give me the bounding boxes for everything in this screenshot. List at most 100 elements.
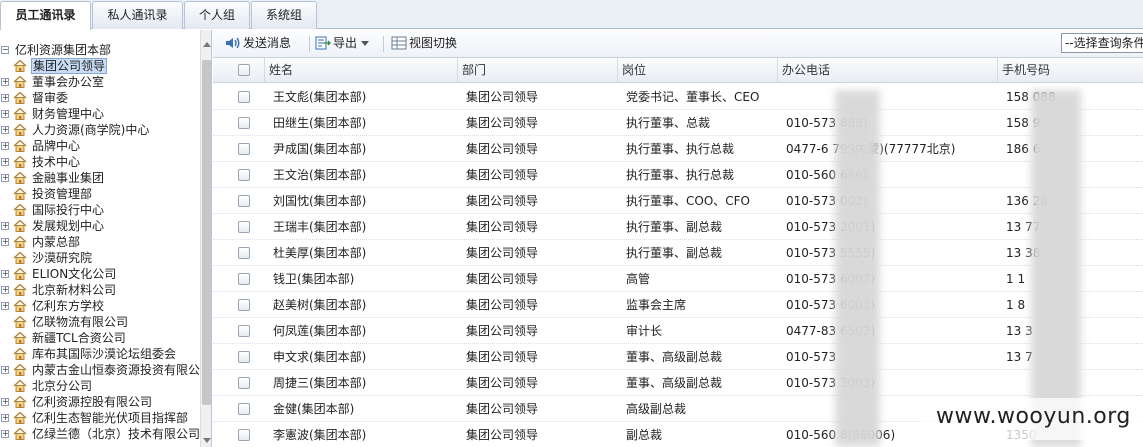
tree-item[interactable]: + 内蒙古金山恒泰资源投资有限公 bbox=[0, 362, 200, 378]
tree-item-label[interactable]: 财务管理中心 bbox=[31, 106, 105, 122]
tree-item[interactable]: + 发展规划中心 bbox=[0, 218, 200, 234]
expand-icon[interactable]: + bbox=[1, 174, 9, 182]
tree-item[interactable]: 集团公司领导 bbox=[0, 58, 200, 74]
row-checkbox[interactable] bbox=[238, 143, 250, 155]
tree-item-label[interactable]: 内蒙古金山恒泰资源投资有限公 bbox=[31, 362, 201, 378]
tab-staff-directory[interactable]: 员工通讯录 bbox=[0, 1, 91, 30]
row-checkbox[interactable] bbox=[238, 221, 250, 233]
tree-item-label[interactable]: 内蒙总部 bbox=[31, 234, 81, 250]
table-row[interactable]: 钱卫(集团本部) 集团公司领导 高管 010-573 6007) 1 1 bbox=[213, 266, 1143, 292]
expand-icon[interactable]: + bbox=[1, 158, 9, 166]
tree-item-label[interactable]: 金融事业集团 bbox=[31, 170, 105, 186]
row-checkbox[interactable] bbox=[238, 195, 250, 207]
tree-item-label[interactable]: 亿利东方学校 bbox=[31, 298, 105, 314]
row-checkbox[interactable] bbox=[238, 325, 250, 337]
expand-icon[interactable]: + bbox=[1, 126, 9, 134]
chevron-down-icon[interactable] bbox=[361, 41, 369, 46]
expand-icon[interactable]: + bbox=[1, 430, 9, 438]
tree-root-label[interactable]: 亿利资源集团本部 bbox=[14, 42, 112, 58]
expand-icon[interactable]: + bbox=[1, 110, 9, 118]
export-button[interactable]: 导出 bbox=[315, 33, 371, 53]
table-row[interactable]: 尹成国(集团本部) 集团公司领导 执行董事、执行总裁 0477-6 799内蒙)(77… bbox=[213, 136, 1143, 162]
expand-icon[interactable]: + bbox=[1, 270, 9, 278]
tree-item-label[interactable]: 北京分公司 bbox=[31, 378, 93, 394]
row-checkbox[interactable] bbox=[238, 91, 250, 103]
table-row[interactable]: 赵美树(集团本部) 集团公司领导 监事会主席 010-573 6001) 1 8 bbox=[213, 292, 1143, 318]
tree-item[interactable]: + 财务管理中心 bbox=[0, 106, 200, 122]
tree-item[interactable]: 北京分公司 bbox=[0, 378, 200, 394]
tree-item[interactable]: + 亿绿兰德（北京）技术有限公司 bbox=[0, 426, 200, 442]
tree-item-label[interactable]: 人力资源(商学院)中心 bbox=[31, 122, 150, 138]
table-row[interactable]: 何凤莲(集团本部) 集团公司领导 审计长 0477-83 6502) 13 3 bbox=[213, 318, 1143, 344]
tree-item-label[interactable]: 投资管理部 bbox=[31, 186, 93, 202]
send-message-button[interactable]: 发送消息 bbox=[225, 33, 309, 53]
expand-icon[interactable]: + bbox=[1, 78, 9, 86]
tree-item[interactable]: + 北京新材料公司 bbox=[0, 282, 200, 298]
tree-item[interactable]: 沙漠研究院 bbox=[0, 250, 200, 266]
row-checkbox[interactable] bbox=[238, 351, 250, 363]
expand-icon[interactable]: + bbox=[1, 366, 9, 374]
table-row[interactable]: 周捷三(集团本部) 集团公司领导 董事、高级副总裁 010-573 3003) bbox=[213, 370, 1143, 396]
tree-item-label[interactable]: 督审委 bbox=[31, 90, 69, 106]
header-name[interactable]: 姓名 bbox=[265, 58, 458, 83]
tree-item-label[interactable]: 库布其国际沙漠论坛组委会 bbox=[31, 346, 177, 362]
row-checkbox[interactable] bbox=[238, 117, 250, 129]
table-row[interactable]: 刘国忱(集团本部) 集团公司领导 执行董事、COO、CFO 010-573 002) 1… bbox=[213, 188, 1143, 214]
expand-icon[interactable]: + bbox=[1, 238, 9, 246]
tree-item-label[interactable]: 董事会办公室 bbox=[31, 74, 105, 90]
table-row[interactable]: 王文彪(集团本部)集团公司领导党委书记、董事长、CEO158 088 bbox=[213, 84, 1143, 110]
scroll-up-icon[interactable] bbox=[203, 42, 211, 47]
tree-item[interactable]: + ELION文化公司 bbox=[0, 266, 200, 282]
row-checkbox[interactable] bbox=[238, 299, 250, 311]
tree-item[interactable]: 库布其国际沙漠论坛组委会 bbox=[0, 346, 200, 362]
tree-item[interactable]: + 人力资源(商学院)中心 bbox=[0, 122, 200, 138]
tree-item-label[interactable]: 新疆TCL合资公司 bbox=[31, 330, 127, 346]
table-row[interactable]: 王文治(集团本部) 集团公司领导 执行董事、执行总裁 010-560 666) bbox=[213, 162, 1143, 188]
expand-icon[interactable]: + bbox=[1, 142, 9, 150]
row-checkbox[interactable] bbox=[238, 429, 250, 441]
row-checkbox[interactable] bbox=[238, 403, 250, 415]
tree-item-label[interactable]: 亿联物流有限公司 bbox=[31, 314, 129, 330]
row-checkbox[interactable] bbox=[238, 377, 250, 389]
row-checkbox[interactable] bbox=[238, 273, 250, 285]
table-row[interactable]: 田继生(集团本部) 集团公司领导 执行董事、总裁 010-573 888) 158 9 bbox=[213, 110, 1143, 136]
tab-personal-group[interactable]: 个人组 bbox=[184, 1, 250, 29]
tree-item-label[interactable]: 技术中心 bbox=[31, 154, 81, 170]
tree-item-label[interactable]: 亿利生态智能光伏项目指挥部 bbox=[31, 410, 189, 426]
scroll-thumb[interactable] bbox=[202, 60, 211, 405]
tree-scrollbar[interactable] bbox=[200, 30, 211, 447]
expand-icon[interactable]: + bbox=[1, 222, 9, 230]
table-row[interactable]: 申文求(集团本部) 集团公司领导 董事、高级副总裁 010-573 13 7 bbox=[213, 344, 1143, 370]
tree-item-label[interactable]: 集团公司领导 bbox=[31, 58, 108, 74]
header-position[interactable]: 岗位 bbox=[618, 58, 778, 83]
expand-icon[interactable]: + bbox=[1, 286, 9, 294]
expand-icon[interactable]: + bbox=[1, 302, 9, 310]
tree-item-label[interactable]: 北京新材料公司 bbox=[31, 282, 117, 298]
tree-root[interactable]: − 亿利资源集团本部 bbox=[0, 42, 200, 58]
header-mobile[interactable]: 手机号码 bbox=[998, 58, 1143, 83]
tree-item[interactable]: + 技术中心 bbox=[0, 154, 200, 170]
tree-item[interactable]: + 亿利生态智能光伏项目指挥部 bbox=[0, 410, 200, 426]
tree-item[interactable]: 投资管理部 bbox=[0, 186, 200, 202]
tree-item[interactable]: 亿联物流有限公司 bbox=[0, 314, 200, 330]
tree-item[interactable]: + 金融事业集团 bbox=[0, 170, 200, 186]
collapse-icon[interactable]: − bbox=[1, 46, 9, 54]
tree-item[interactable]: 新疆TCL合资公司 bbox=[0, 330, 200, 346]
tree-item[interactable]: + 督审委 bbox=[0, 90, 200, 106]
tree-item[interactable]: + 董事会办公室 bbox=[0, 74, 200, 90]
tree-item-label[interactable]: ELION文化公司 bbox=[31, 266, 117, 282]
expand-icon[interactable]: + bbox=[1, 398, 9, 406]
tree-item-label[interactable]: 亿利资源控股有限公司 bbox=[31, 394, 153, 410]
tree-item[interactable]: + 亿利资源控股有限公司 bbox=[0, 394, 200, 410]
tree-item-label[interactable]: 沙漠研究院 bbox=[31, 250, 93, 266]
tree-item[interactable]: 国际投行中心 bbox=[0, 202, 200, 218]
tree-item-label[interactable]: 发展规划中心 bbox=[31, 218, 105, 234]
table-row[interactable]: 杜美厚(集团本部) 集团公司领导 执行董事、副总裁 010-573 5555) 13 3… bbox=[213, 240, 1143, 266]
tree-item[interactable]: + 内蒙总部 bbox=[0, 234, 200, 250]
tree-item-label[interactable]: 国际投行中心 bbox=[31, 202, 105, 218]
tree-item-label[interactable]: 品牌中心 bbox=[31, 138, 81, 154]
header-select-all[interactable] bbox=[213, 58, 265, 83]
tree-item[interactable]: + 品牌中心 bbox=[0, 138, 200, 154]
tab-system-group[interactable]: 系统组 bbox=[251, 1, 317, 29]
tree-item-label[interactable]: 亿绿兰德（北京）技术有限公司 bbox=[31, 426, 201, 442]
